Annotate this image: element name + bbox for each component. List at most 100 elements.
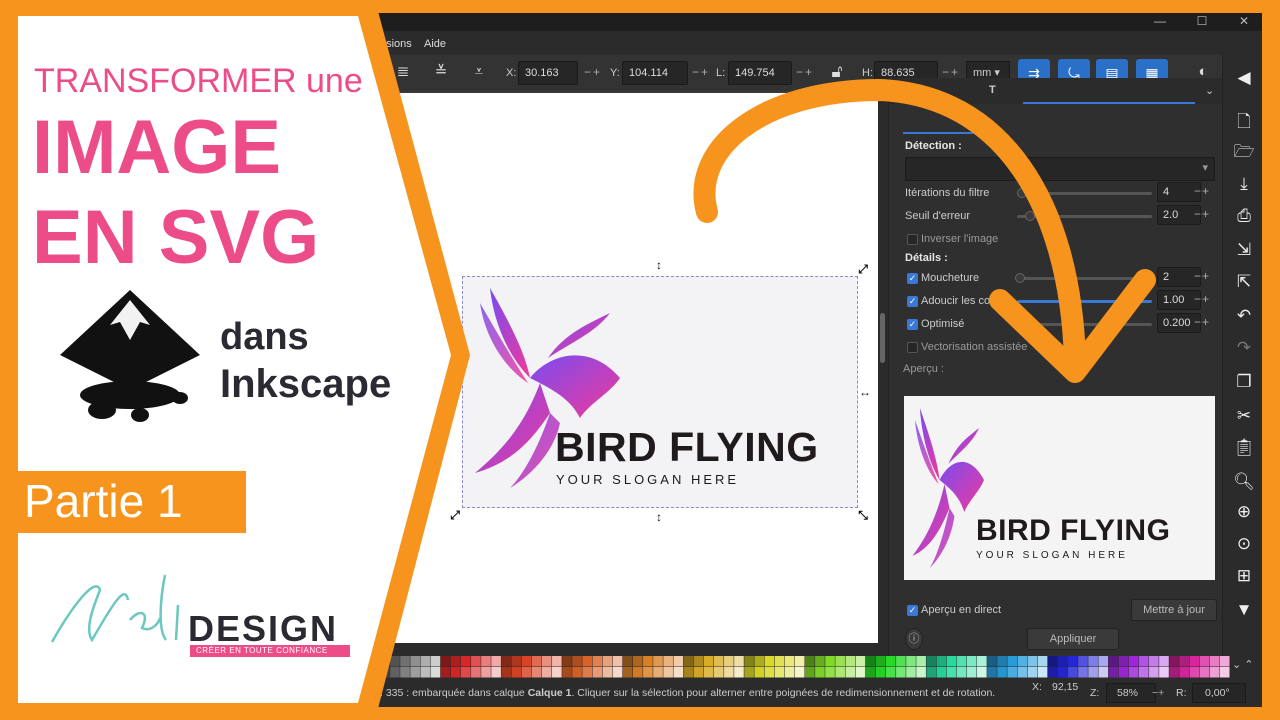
palette-swatch[interactable] xyxy=(491,656,501,667)
palette-swatch[interactable] xyxy=(450,656,461,667)
palette-swatch[interactable] xyxy=(1088,656,1098,667)
duplicate-icon[interactable]: ❐ xyxy=(1233,371,1255,393)
optimize-checkbox[interactable]: ✓ xyxy=(907,319,918,330)
palette-swatch[interactable] xyxy=(713,667,724,678)
y-stepper[interactable]: −+ xyxy=(692,65,710,79)
palette-swatch[interactable] xyxy=(582,656,592,667)
info-icon[interactable]: ⓘ xyxy=(905,628,923,650)
resize-handle-top-right[interactable]: ⤢ xyxy=(856,262,870,276)
palette-swatch[interactable] xyxy=(481,667,491,678)
palette-swatch[interactable] xyxy=(906,667,916,678)
palette-swatch[interactable] xyxy=(663,667,673,678)
palette-swatch[interactable] xyxy=(521,656,532,667)
palette-swatch[interactable] xyxy=(643,656,653,667)
palette-options-chevron-icon[interactable]: ⌄ ⌃ xyxy=(1232,658,1254,671)
palette-swatch[interactable] xyxy=(966,667,977,678)
palette-swatch[interactable] xyxy=(582,667,592,678)
palette-swatch[interactable] xyxy=(1057,667,1068,678)
palette-swatch[interactable] xyxy=(1128,667,1139,678)
slider-knob[interactable] xyxy=(1017,188,1027,198)
palette-swatch[interactable] xyxy=(906,656,916,667)
palette-swatch[interactable] xyxy=(1057,656,1068,667)
color-palette[interactable] xyxy=(380,656,1230,678)
palette-swatch[interactable] xyxy=(552,667,562,678)
palette-swatch[interactable] xyxy=(511,656,522,667)
canvas-scrollbar[interactable] xyxy=(878,93,888,643)
palette-swatch[interactable] xyxy=(997,656,1007,667)
redo-icon[interactable]: ↷ xyxy=(1233,337,1255,359)
palette-swatch[interactable] xyxy=(491,667,501,678)
palette-swatch[interactable] xyxy=(541,656,552,667)
palette-swatch[interactable] xyxy=(693,656,704,667)
width-stepper[interactable]: −+ xyxy=(796,65,814,79)
palette-swatch[interactable] xyxy=(592,667,603,678)
close-button[interactable]: ✕ xyxy=(1224,13,1264,31)
import-icon[interactable]: ⇲ xyxy=(1233,239,1255,261)
resize-handle-bottom-left[interactable]: ⤢ xyxy=(448,508,462,522)
palette-swatch[interactable] xyxy=(1189,656,1200,667)
palette-swatch[interactable] xyxy=(450,667,461,678)
undo-icon[interactable]: ↶ xyxy=(1233,305,1255,327)
zoom-stepper[interactable]: −+ xyxy=(1152,687,1164,699)
palette-swatch[interactable] xyxy=(885,667,896,678)
palette-swatch[interactable] xyxy=(784,667,795,678)
filter-iterations-slider[interactable] xyxy=(1017,188,1152,198)
palette-swatch[interactable] xyxy=(511,667,522,678)
palette-swatch[interactable] xyxy=(400,656,410,667)
palette-swatch[interactable] xyxy=(622,667,633,678)
palette-swatch[interactable] xyxy=(1098,667,1109,678)
palette-swatch[interactable] xyxy=(1169,667,1179,678)
palette-swatch[interactable] xyxy=(1068,656,1078,667)
slider-knob[interactable] xyxy=(1025,211,1035,221)
palette-swatch[interactable] xyxy=(572,667,582,678)
palette-swatch[interactable] xyxy=(501,667,512,678)
palette-swatch[interactable] xyxy=(703,667,714,678)
palette-swatch[interactable] xyxy=(521,667,532,678)
palette-swatch[interactable] xyxy=(531,667,542,678)
palette-swatch[interactable] xyxy=(602,667,613,678)
palette-swatch[interactable] xyxy=(896,667,906,678)
palette-swatch[interactable] xyxy=(1118,667,1129,678)
palette-swatch[interactable] xyxy=(673,667,684,678)
raise-icon[interactable]: ≣ xyxy=(392,61,414,83)
palette-swatch[interactable] xyxy=(1209,656,1220,667)
palette-swatch[interactable] xyxy=(774,656,785,667)
smooth-corners-slider[interactable] xyxy=(1017,300,1152,303)
palette-swatch[interactable] xyxy=(390,667,400,678)
paste-icon[interactable]: 📋︎ xyxy=(1233,437,1255,459)
palette-swatch[interactable] xyxy=(430,667,441,678)
palette-swatch[interactable] xyxy=(1098,656,1109,667)
palette-swatch[interactable] xyxy=(1189,667,1200,678)
detection-mode-select[interactable]: ▾ xyxy=(905,157,1215,181)
palette-swatch[interactable] xyxy=(825,656,835,667)
palette-swatch[interactable] xyxy=(612,656,623,667)
palette-swatch[interactable] xyxy=(936,667,947,678)
palette-swatch[interactable] xyxy=(1138,656,1149,667)
palette-swatch[interactable] xyxy=(926,667,937,678)
more-arrow-icon[interactable]: ▼ xyxy=(1233,599,1255,621)
zoom-page-icon[interactable]: ⊙ xyxy=(1233,533,1255,555)
palette-swatch[interactable] xyxy=(673,656,684,667)
palette-swatch[interactable] xyxy=(420,667,431,678)
palette-swatch[interactable] xyxy=(1159,667,1169,678)
palette-swatch[interactable] xyxy=(734,656,744,667)
palette-swatch[interactable] xyxy=(1199,667,1210,678)
zoom-drawing-icon[interactable]: ⊕ xyxy=(1233,501,1255,523)
palette-swatch[interactable] xyxy=(1209,667,1220,678)
palette-swatch[interactable] xyxy=(440,667,451,678)
palette-swatch[interactable] xyxy=(1219,656,1230,667)
palette-swatch[interactable] xyxy=(865,656,876,667)
palette-swatch[interactable] xyxy=(471,656,481,667)
palette-swatch[interactable] xyxy=(602,656,613,667)
palette-swatch[interactable] xyxy=(643,667,653,678)
palette-swatch[interactable] xyxy=(380,656,390,667)
live-preview-checkbox[interactable]: ✓ xyxy=(907,605,918,616)
y-field[interactable]: 104.114 xyxy=(622,61,688,85)
palette-swatch[interactable] xyxy=(744,667,754,678)
palette-swatch[interactable] xyxy=(825,667,835,678)
palette-swatch[interactable] xyxy=(430,656,441,667)
palette-swatch[interactable] xyxy=(805,667,815,678)
palette-swatch[interactable] xyxy=(997,667,1007,678)
palette-swatch[interactable] xyxy=(1047,656,1058,667)
palette-swatch[interactable] xyxy=(805,656,815,667)
